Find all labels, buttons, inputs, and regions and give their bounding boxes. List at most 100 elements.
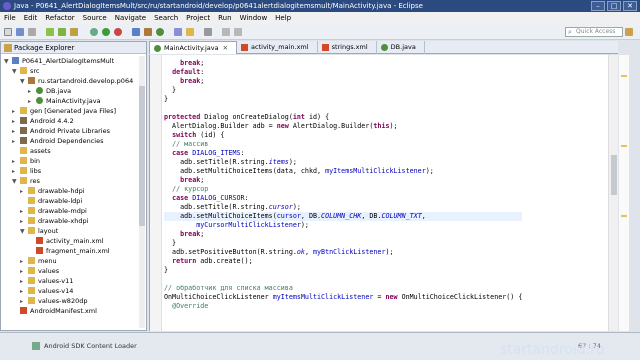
tree-item[interactable]: ▼ res [1, 176, 146, 186]
menu-item-source[interactable]: Source [83, 12, 107, 24]
tree-item[interactable]: ▼ layout [1, 226, 146, 236]
code-line[interactable]: switch (id) { [164, 131, 522, 140]
tree-item[interactable]: ▸ Android Private Libraries [1, 126, 146, 136]
new-package-icon[interactable] [144, 28, 152, 36]
tree-item[interactable]: ▸ bin [1, 156, 146, 166]
menu-item-refactor[interactable]: Refactor [45, 12, 74, 24]
tree-item[interactable]: AndroidManifest.xml [1, 306, 146, 316]
menu-item-edit[interactable]: Edit [24, 12, 38, 24]
next-annotation-icon[interactable] [204, 28, 212, 36]
code-line[interactable]: } [164, 266, 522, 275]
new-class-icon[interactable] [156, 28, 164, 36]
tree-item[interactable]: ▸ gen [Generated Java Files] [1, 106, 146, 116]
back-icon[interactable] [222, 28, 230, 36]
open-perspective-icon[interactable] [625, 28, 633, 36]
code-line[interactable]: adb.setMultiChoiceItems(cursor, DB.COLUM… [164, 212, 523, 221]
code-line[interactable] [164, 275, 522, 284]
code-line[interactable]: protected Dialog onCreateDialog(int id) … [164, 113, 522, 122]
code-line[interactable]: adb.setTitle(R.string.items); [164, 158, 522, 167]
ruler-marker[interactable] [621, 75, 627, 77]
tree-item[interactable]: ▼ P0641_AlertDialogItemsMult [1, 56, 146, 66]
tree-item[interactable]: ▸ libs [1, 166, 146, 176]
save-icon[interactable] [16, 28, 24, 36]
tree-item[interactable]: ▸ values [1, 266, 146, 276]
tree-item[interactable]: ▸ values-v14 [1, 286, 146, 296]
ruler-marker[interactable] [621, 215, 627, 217]
tree-item[interactable]: ▸ values-v11 [1, 276, 146, 286]
lint-icon[interactable] [70, 28, 78, 36]
search-icon[interactable] [186, 28, 194, 36]
code-line[interactable]: adb.setPositiveButton(R.string.ok, myBtn… [164, 248, 522, 257]
scrollbar-thumb[interactable] [139, 86, 145, 226]
print-icon[interactable] [28, 28, 36, 36]
code-line[interactable]: adb.setMultiChoiceItems(data, chkd, myIt… [164, 167, 522, 176]
external-tools-icon[interactable] [114, 28, 122, 36]
code-line[interactable]: // обработчик для списка массива [164, 284, 522, 293]
android-sdk-icon[interactable] [46, 28, 54, 36]
minimize-button[interactable]: – [591, 1, 605, 11]
close-button[interactable]: ✕ [623, 1, 637, 11]
code-line[interactable]: // курсор [164, 185, 522, 194]
code-line[interactable]: case DIALOG_ITEMS: [164, 149, 522, 158]
tree-item[interactable]: ▸ Android Dependencies [1, 136, 146, 146]
menu-item-search[interactable]: Search [154, 12, 178, 24]
code-line[interactable]: OnMultiChoiceClickListener myItemsMultiC… [164, 293, 522, 302]
tree-item[interactable]: ▸ DB.java [1, 86, 146, 96]
debug-icon[interactable] [90, 28, 98, 36]
tree-item[interactable]: assets [1, 146, 146, 156]
ruler-marker[interactable] [621, 145, 627, 147]
tree-item[interactable]: ▸ drawable-xhdpi [1, 216, 146, 226]
menu-item-navigate[interactable]: Navigate [115, 12, 146, 24]
package-explorer-header[interactable]: Package Explorer [1, 42, 146, 54]
code-line[interactable]: AlertDialog.Builder adb = new AlertDialo… [164, 122, 522, 131]
tree-item[interactable]: fragment_main.xml [1, 246, 146, 256]
editor-scrollbar-thumb[interactable] [611, 155, 617, 195]
close-tab-icon[interactable]: ✕ [223, 44, 228, 52]
menu-item-project[interactable]: Project [186, 12, 210, 24]
tree-item[interactable]: ▸ Android 4.4.2 [1, 116, 146, 126]
code-line[interactable]: @Override [164, 302, 522, 311]
menu-item-file[interactable]: File [4, 12, 16, 24]
code-line[interactable]: // массив [164, 140, 522, 149]
forward-icon[interactable] [234, 28, 242, 36]
new-icon[interactable] [4, 28, 12, 36]
open-type-icon[interactable] [174, 28, 182, 36]
editor-vertical-scrollbar[interactable] [608, 55, 618, 331]
code-line[interactable]: } [164, 95, 522, 104]
run-icon[interactable] [102, 28, 110, 36]
menu-item-help[interactable]: Help [275, 12, 291, 24]
tab-activity_main-xml[interactable]: activity_main.xml [237, 41, 318, 54]
code-line[interactable]: default: [164, 68, 522, 77]
menu-item-window[interactable]: Window [240, 12, 268, 24]
code-line[interactable]: } [164, 239, 522, 248]
avd-manager-icon[interactable] [58, 28, 66, 36]
code-line[interactable]: break; [164, 59, 522, 68]
tree-item[interactable]: ▸ drawable-mdpi [1, 206, 146, 216]
code-line[interactable]: return adb.create(); [164, 257, 522, 266]
tree-item[interactable]: ▸ values-w820dp [1, 296, 146, 306]
tree-item[interactable]: ▼ src [1, 66, 146, 76]
code-line[interactable]: break; [164, 230, 522, 239]
code-line[interactable]: myCursorMultiClickListener); [164, 221, 522, 230]
tab-strings-xml[interactable]: strings.xml [318, 41, 377, 54]
code-editor[interactable]: break; default: break; }} protected Dialo… [149, 55, 618, 331]
tree-item[interactable]: ▼ ru.startandroid.develop.p064 [1, 76, 146, 86]
code-line[interactable]: adb.setTitle(R.string.cursor); [164, 203, 522, 212]
code-line[interactable] [164, 104, 522, 113]
tree-item[interactable]: ▸ drawable-hdpi [1, 186, 146, 196]
code-line[interactable]: } [164, 86, 522, 95]
tab-db-java[interactable]: DB.java [377, 41, 425, 54]
tree-item[interactable]: drawable-ldpi [1, 196, 146, 206]
code-text[interactable]: break; default: break; }} protected Dialo… [164, 59, 523, 311]
code-line[interactable]: break; [164, 77, 522, 86]
maximize-button[interactable]: □ [607, 1, 621, 11]
tree-item[interactable]: ▸ menu [1, 256, 146, 266]
code-line[interactable]: case DIALOG_CURSOR: [164, 194, 522, 203]
code-line[interactable]: break; [164, 176, 522, 185]
menu-item-run[interactable]: Run [218, 12, 231, 24]
tree-item[interactable]: activity_main.xml [1, 236, 146, 246]
tree-item[interactable]: ▸ MainActivity.java [1, 96, 146, 106]
quick-access-input[interactable]: Quick Access [565, 27, 623, 37]
package-explorer-scrollbar[interactable] [139, 56, 145, 328]
tab-mainactivity-java[interactable]: MainActivity.java ✕ [149, 41, 238, 54]
